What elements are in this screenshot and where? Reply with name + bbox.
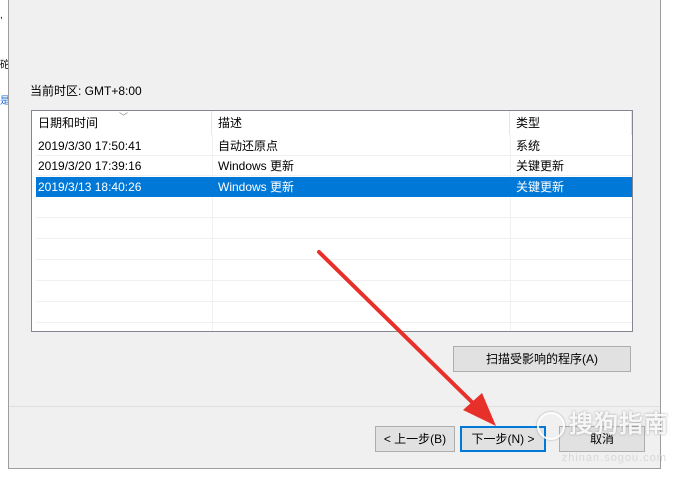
watermark-text: 搜狗指南: [569, 411, 669, 438]
cell-datetime: 2019/3/13 18:40:26: [38, 180, 142, 194]
list-header: 日期和时间 ﹀ 描述 类型: [32, 111, 632, 135]
table-row-selected[interactable]: 2019/3/13 18:40:26 Windows 更新 关键更新: [36, 177, 632, 197]
system-restore-dialog: 当前时区: GMT+8:00 日期和时间 ﹀ 描述 类型 2019/3/30 1…: [8, 0, 661, 469]
empty-row: [36, 240, 632, 260]
watermark-url: zhinan.sogou.com: [561, 452, 667, 464]
column-header-type[interactable]: 类型: [510, 111, 632, 135]
empty-row: [36, 261, 632, 281]
cell-type: 关键更新: [516, 159, 565, 173]
cell-datetime: 2019/3/20 17:39:16: [38, 159, 142, 173]
background-window-edge: , 砣 是: [0, 0, 10, 494]
empty-row: [36, 198, 632, 218]
restore-point-list[interactable]: 日期和时间 ﹀ 描述 类型 2019/3/30 17:50:41 自动还原点 系…: [31, 110, 633, 332]
sort-chevron-icon: ﹀: [119, 112, 129, 122]
cell-type: 系统: [516, 139, 541, 153]
cell-description: Windows 更新: [218, 159, 295, 173]
table-row[interactable]: 2019/3/20 17:39:16 Windows 更新 关键更新: [36, 156, 632, 176]
table-row[interactable]: 2019/3/30 17:50:41 自动还原点 系统: [36, 136, 632, 156]
empty-row: [36, 303, 632, 323]
column-header-datetime[interactable]: 日期和时间 ﹀: [32, 111, 212, 135]
cell-type: 关键更新: [516, 180, 565, 194]
empty-row: [36, 282, 632, 302]
next-button[interactable]: 下一步(N) >: [460, 426, 546, 452]
watermark-logo: 搜狗指南: [537, 404, 669, 440]
sogou-logo-icon: [537, 411, 565, 440]
timezone-label: 当前时区: GMT+8:00: [30, 84, 142, 98]
background-text-fragment: ,: [0, 10, 3, 21]
cell-description: Windows 更新: [218, 180, 295, 194]
empty-row: [36, 219, 632, 239]
cell-description: 自动还原点: [218, 139, 279, 153]
back-button[interactable]: < 上一步(B): [375, 426, 455, 452]
cell-datetime: 2019/3/30 17:50:41: [38, 139, 142, 153]
column-header-description[interactable]: 描述: [212, 111, 510, 135]
scan-affected-programs-button[interactable]: 扫描受影响的程序(A): [453, 346, 631, 372]
